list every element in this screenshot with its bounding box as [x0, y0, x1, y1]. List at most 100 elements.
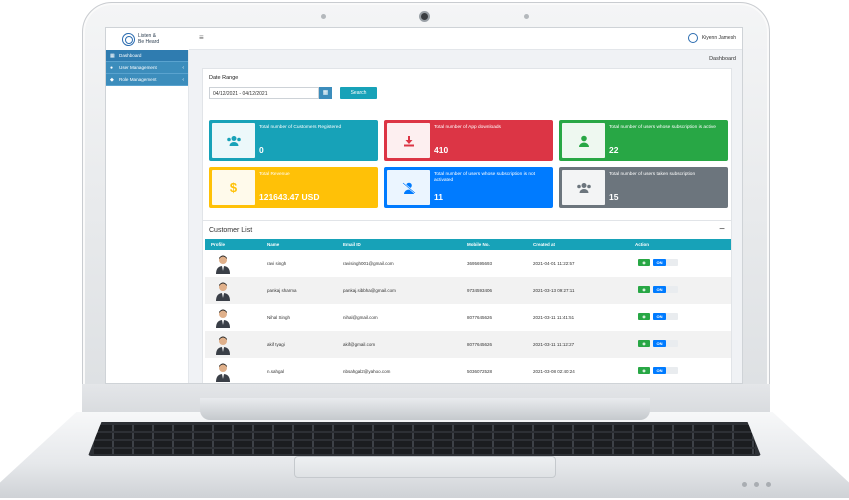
column-header: Created at: [533, 242, 556, 247]
toggle-on-label: ON: [653, 259, 666, 266]
webcam-icon: [419, 11, 430, 22]
customer-created-at: 2021-03-11 11:41:51: [533, 315, 575, 320]
stat-total-revenue[interactable]: $ Total Revenue 121643.47 USD: [209, 167, 378, 208]
search-button[interactable]: Search: [340, 87, 377, 99]
status-toggle[interactable]: ON: [653, 286, 678, 293]
stat-label: Total number of users whose subscription…: [609, 125, 716, 130]
collapse-button[interactable]: −: [719, 224, 725, 235]
toggle-on-label: ON: [653, 313, 666, 320]
download-icon: [403, 135, 414, 146]
customer-mobile: 8077645626: [467, 342, 493, 347]
breadcrumb[interactable]: Dashboard: [709, 56, 736, 62]
stat-label: Total number of App downloads: [434, 125, 501, 130]
customer-mobile: 3695695693: [467, 261, 493, 266]
keyboard-row: [94, 441, 755, 447]
customer-mobile: 5036072528: [467, 369, 493, 374]
sensor-dot: [524, 14, 529, 19]
table-header: Profile Name Email ID Mobile No. Created…: [205, 239, 731, 250]
sidebar: ▦ Dashboard ● User Management ‹ ◆ Role M…: [106, 50, 189, 383]
users-icon: [226, 135, 241, 146]
stat-customers-registered[interactable]: Total number of Customers Registered 0: [209, 120, 378, 161]
dashboard-card: Date Range 04/12/2021 - 04/12/2021 ▦ Sea…: [202, 68, 732, 243]
customer-created-at: 2021-03-13 09:27:11: [533, 288, 575, 293]
laptop-hinge: [200, 398, 650, 420]
customer-name: pankaj sharma: [267, 288, 297, 293]
user-icon: [578, 135, 589, 147]
eye-icon[interactable]: ◉: [638, 259, 650, 266]
eye-icon[interactable]: ◉: [638, 286, 650, 293]
table-row: ravi singh ravisingh001@gmail.com 369569…: [205, 250, 731, 277]
status-toggle[interactable]: ON: [653, 313, 678, 320]
status-led: [742, 482, 747, 487]
stat-subscription-active[interactable]: Total number of users whose subscription…: [559, 120, 728, 161]
user-slash-icon: [401, 181, 416, 194]
role-icon: ◆: [110, 76, 114, 83]
customer-list-title: Customer List: [209, 227, 253, 234]
column-header: Action: [635, 242, 649, 247]
stat-subscription-taken[interactable]: Total number of users taken subscription…: [559, 167, 728, 208]
calendar-icon[interactable]: ▦: [319, 87, 332, 99]
customer-name: Nihal Singh: [267, 315, 291, 320]
user-name: Kiyenn Jamesh: [701, 35, 736, 41]
app-screen: Listen & Be Heard ≡ Kiyenn Jamesh ▦ Dash…: [105, 27, 743, 384]
sidebar-item-user-management[interactable]: ● User Management ‹: [106, 62, 188, 74]
avatar: [216, 363, 230, 382]
app-logo[interactable]: Listen & Be Heard: [106, 28, 189, 50]
customer-name: n.sahgal: [267, 369, 285, 374]
customer-created-at: 2021-03-11 11:12:27: [533, 342, 575, 347]
user-icon: ●: [110, 64, 114, 71]
eye-icon[interactable]: ◉: [638, 340, 650, 347]
status-led: [766, 482, 771, 487]
status-toggle[interactable]: ON: [653, 367, 678, 374]
toggle-on-label: ON: [653, 340, 666, 347]
stat-label: Total number of Customers Registered: [259, 125, 342, 130]
keyboard-row: [94, 433, 755, 439]
sensor-dot: [321, 14, 326, 19]
user-menu[interactable]: Kiyenn Jamesh: [687, 33, 736, 43]
keyboard-row: [94, 449, 755, 454]
stat-value: 22: [609, 145, 619, 155]
sidebar-item-label: Role Management: [119, 77, 157, 82]
sidebar-item-label: Dashboard: [119, 53, 142, 58]
avatar: [216, 282, 230, 301]
dollar-icon: $: [229, 180, 238, 195]
eye-icon[interactable]: ◉: [638, 367, 650, 374]
eye-icon[interactable]: ◉: [638, 313, 650, 320]
stat-value: 410: [434, 145, 449, 155]
customer-email: akif@gmail.com: [343, 342, 376, 347]
grid-icon: ▦: [110, 52, 115, 59]
table-row: Nihal Singh nihal@gmail.com 8077645626 2…: [205, 304, 731, 331]
toggle-on-label: ON: [653, 367, 666, 374]
avatar: [687, 33, 698, 43]
column-header: Mobile No.: [467, 242, 490, 247]
date-range-input[interactable]: 04/12/2021 - 04/12/2021: [209, 87, 319, 99]
customer-email: nbsahgal2@yahoo.com: [343, 369, 391, 374]
column-header: Email ID: [343, 242, 361, 247]
stat-app-downloads[interactable]: Total number of App downloads 410: [384, 120, 553, 161]
stat-value: 121643.47 USD: [259, 192, 320, 202]
sidebar-item-role-management[interactable]: ◆ Role Management ‹: [106, 74, 188, 86]
date-range-label: Date Range: [209, 75, 239, 81]
table-row: n.sahgal nbsahgal2@yahoo.com 5036072528 …: [205, 358, 731, 383]
chevron-left-icon: ‹: [182, 76, 184, 83]
status-led: [754, 482, 759, 487]
column-header: Name: [267, 242, 280, 247]
logo-text-line2: Be Heard: [138, 39, 160, 45]
customer-email: pankaj.sibbha@gmail.com: [343, 288, 396, 293]
sidebar-item-dashboard[interactable]: ▦ Dashboard: [106, 50, 188, 62]
keyboard: [88, 422, 761, 456]
customer-mobile: 8077645626: [467, 315, 493, 320]
status-toggle[interactable]: ON: [653, 259, 678, 266]
avatar: [216, 336, 230, 355]
stat-subscription-not-activated[interactable]: Total number of users whose subscription…: [384, 167, 553, 208]
stat-label: Total Revenue: [259, 172, 290, 177]
status-toggle[interactable]: ON: [653, 340, 678, 347]
table-row: akif tyagi akif@gmail.com 8077645626 202…: [205, 331, 731, 358]
stat-label: Total number of users whose subscription…: [434, 172, 536, 184]
hamburger-icon[interactable]: ≡: [199, 33, 204, 42]
customer-email: ravisingh001@gmail.com: [343, 261, 394, 266]
table-row: pankaj sharma pankaj.sibbha@gmail.com 97…: [205, 277, 731, 304]
customer-mobile: 9734593406: [467, 288, 493, 293]
avatar: [216, 255, 230, 274]
users-icon: [576, 182, 591, 193]
